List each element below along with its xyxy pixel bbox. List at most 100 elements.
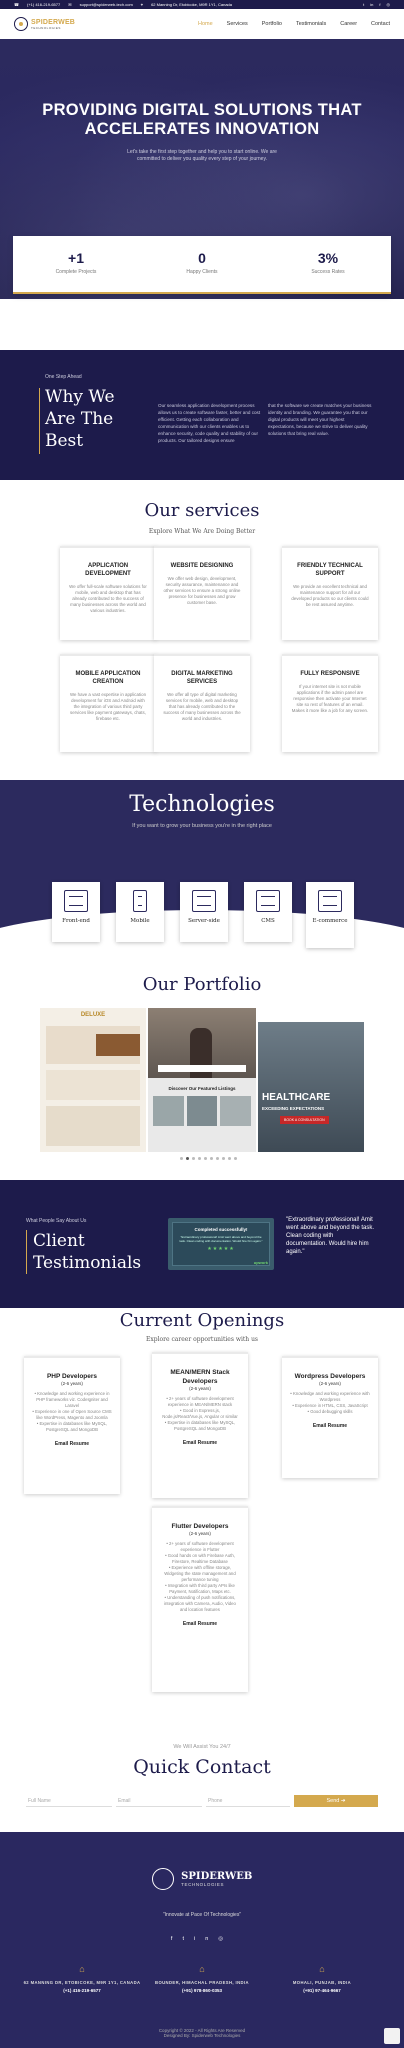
why-kicker: One Step Ahead [45, 374, 82, 380]
tech-label: CMS [261, 918, 275, 924]
tech-card-cms[interactable]: CMS [244, 882, 292, 942]
tech-card-mobile[interactable]: Mobile [116, 882, 164, 942]
contact-kicker: We Will Assist You 24/7 [173, 1744, 231, 1750]
technologies-title: Technologies [129, 792, 275, 817]
service-card-title: FULLY RESPONSIVE [300, 671, 360, 677]
job-card-php: PHP Developers (2-6 years) Knowledge and… [24, 1356, 120, 1494]
nav-menu: Home Services Portfolio Testimonials Car… [198, 21, 390, 27]
full-name-input[interactable]: Full Name [26, 1795, 112, 1807]
site-footer: SPIDERWEB TECHNOLOGIES "Innovate at Pace… [0, 1832, 404, 2048]
job-point: Knowledge and working experience in PHP … [32, 1391, 112, 1409]
tech-label: Server-side [188, 918, 220, 924]
why-paragraph-1: Our seamless application development pro… [158, 403, 261, 443]
facebook-icon[interactable]: f [171, 1936, 183, 1942]
job-card-mean: MEAN/MERN Stack Developers (2-6 years) 2… [152, 1352, 248, 1498]
job-years: (2-6 years) [319, 1381, 341, 1386]
footer-office-canada: ⌂ 62 MANNING DR, ETOBICOKE, M9R 1Y1, CAN… [22, 1964, 142, 1993]
review-quote: "Extraordinary professional! Amit went a… [179, 1235, 263, 1243]
service-card-title: APPLICATION DEVELOPMENT [85, 563, 131, 577]
carousel-dots[interactable] [180, 1157, 237, 1160]
job-card-flutter: Flutter Developers (2-6 years) 2+ years … [152, 1506, 248, 1692]
send-button[interactable]: Send ➔ [294, 1795, 378, 1807]
job-point: Good hands on with Firebase Auth, Firest… [160, 1553, 240, 1565]
stats-bar: +1 Complete Projects 0 Happy Clients 3% … [13, 236, 391, 294]
job-title: PHP Developers [46, 1373, 98, 1380]
email-resume-link[interactable]: Email Resume [290, 1423, 370, 1429]
job-point: Good in Express.js, Node.js/React/Vue.js… [160, 1408, 240, 1420]
server-icon [192, 890, 216, 912]
tech-card-server[interactable]: Server-side [180, 882, 228, 942]
testimonials-section: What People Say About Us Client Testimon… [0, 1180, 404, 1308]
email-resume-link[interactable]: Email Resume [32, 1441, 112, 1447]
office-phone[interactable]: (+91) 97-464-9667 [262, 1988, 382, 1993]
nav-career[interactable]: Career [340, 21, 357, 27]
service-card-title: WEBSITE DESIGNING [170, 563, 234, 569]
phone-icon: ☎ [14, 2, 19, 7]
portfolio-item-healthcare[interactable]: HEALTHCARE EXCEEDING EXPECTATIONS BOOK A… [258, 1008, 364, 1152]
stat-number: +1 [68, 250, 84, 266]
footer-logo-text: SPIDERWEB [181, 1871, 253, 1882]
instagram-icon[interactable]: ◎ [387, 2, 391, 7]
job-title: Flutter Developers [171, 1523, 229, 1530]
office-phone[interactable]: (+91) 978-860-0353 [142, 1988, 262, 1993]
linkedin-icon[interactable]: in [194, 1936, 218, 1942]
job-title: MEAN/MERN Stack Developers [170, 1369, 230, 1385]
portfolio-health-button: BOOK A CONSULTATION [280, 1116, 329, 1124]
twitter-icon[interactable]: t [182, 1936, 194, 1942]
topbar-phone[interactable]: (+1) 416-219-6577 [27, 2, 60, 7]
topbar-email[interactable]: support@spiderweb-tech.com [80, 2, 133, 7]
portfolio-item-deluxe[interactable]: DELUXE [40, 1008, 146, 1152]
footer-social: ftin◎ [0, 1936, 404, 1942]
nav-home[interactable]: Home [198, 21, 213, 27]
service-card: FULLY RESPONSIVE If your internet site i… [282, 654, 378, 752]
job-point: Understanding of push notifications, int… [160, 1595, 240, 1613]
contact-title: Quick Contact [133, 1756, 271, 1778]
job-title: Wordpress Developers [294, 1373, 366, 1380]
recaptcha-badge-icon[interactable] [384, 2028, 400, 2044]
service-card-text: We offer full-scale software solutions f… [69, 584, 147, 613]
rating-stars-icon: ★★★★★ [207, 1246, 235, 1252]
linkedin-icon[interactable]: in [370, 2, 373, 7]
twitter-icon[interactable]: t [363, 2, 364, 7]
home-icon: ⌂ [79, 1964, 85, 1974]
openings-subtitle: Explore career opportunities with us [145, 1336, 259, 1343]
service-card: FRIENDLY TECHNICAL SUPPORT We provide an… [282, 546, 378, 640]
service-card: APPLICATION DEVELOPMENT We offer full-sc… [60, 546, 156, 640]
job-point: 2+ years of software development experie… [160, 1541, 240, 1553]
portfolio-item-listings[interactable]: Discover Our Featured Listings [148, 1008, 256, 1152]
email-resume-link[interactable]: Email Resume [160, 1621, 240, 1627]
tech-label: Mobile [130, 918, 150, 924]
portfolio-health-title: HEALTHCARE [262, 1092, 331, 1103]
facebook-icon[interactable]: f [379, 2, 380, 7]
footer-logo[interactable]: SPIDERWEB TECHNOLOGIES [0, 1868, 404, 1890]
hero-title: PROVIDING DIGITAL SOLUTIONS THAT ACCELER… [42, 101, 362, 138]
spider-logo-icon [151, 1868, 174, 1890]
upwork-badge: upwork [253, 1260, 268, 1265]
nav-contact[interactable]: Contact [371, 21, 390, 27]
job-years: (2-6 years) [189, 1531, 211, 1536]
hero-subtitle: Let's take the first step together and h… [127, 149, 277, 162]
nav-portfolio[interactable]: Portfolio [262, 21, 282, 27]
job-point: Experience in one of Open Source CMS lik… [32, 1409, 112, 1421]
site-logo[interactable]: SPIDERWEB TECHNOLOGIES [14, 17, 75, 31]
email-input[interactable]: Email [116, 1795, 202, 1807]
shopping-cart-icon [318, 890, 342, 912]
nav-testimonials[interactable]: Testimonials [296, 21, 326, 27]
nav-services[interactable]: Services [227, 21, 248, 27]
testimonial-quote: "Extraordinary professional! Amit went a… [286, 1217, 375, 1255]
stat-projects: +1 Complete Projects [13, 236, 139, 292]
service-card: MOBILE APPLICATION CREATION We have a va… [60, 654, 156, 752]
service-card-title: DIGITAL MARKETING SERVICES [171, 671, 233, 685]
office-phone[interactable]: (+1) 416-219-6577 [22, 1988, 142, 1993]
service-card-text: We provide an excellent technical and ma… [291, 584, 369, 607]
job-point: Integration with third party APIs like P… [160, 1583, 240, 1595]
tech-card-ecommerce[interactable]: E-commerce [306, 882, 354, 948]
topbar-address: 62 Manning Dr, Etobicoke, M9R 1Y1, Canad… [151, 2, 232, 7]
phone-input[interactable]: Phone [206, 1795, 290, 1807]
footer-office-himachal: ⌂ BOUNDER, HIMACHAL PRADESH, INDIA (+91)… [142, 1964, 262, 1993]
job-years: (2-6 years) [189, 1386, 211, 1391]
email-resume-link[interactable]: Email Resume [160, 1440, 240, 1446]
instagram-icon[interactable]: ◎ [218, 1936, 233, 1942]
portfolio-preview-image [46, 1026, 140, 1064]
tech-card-frontend[interactable]: Front-end [52, 882, 100, 942]
